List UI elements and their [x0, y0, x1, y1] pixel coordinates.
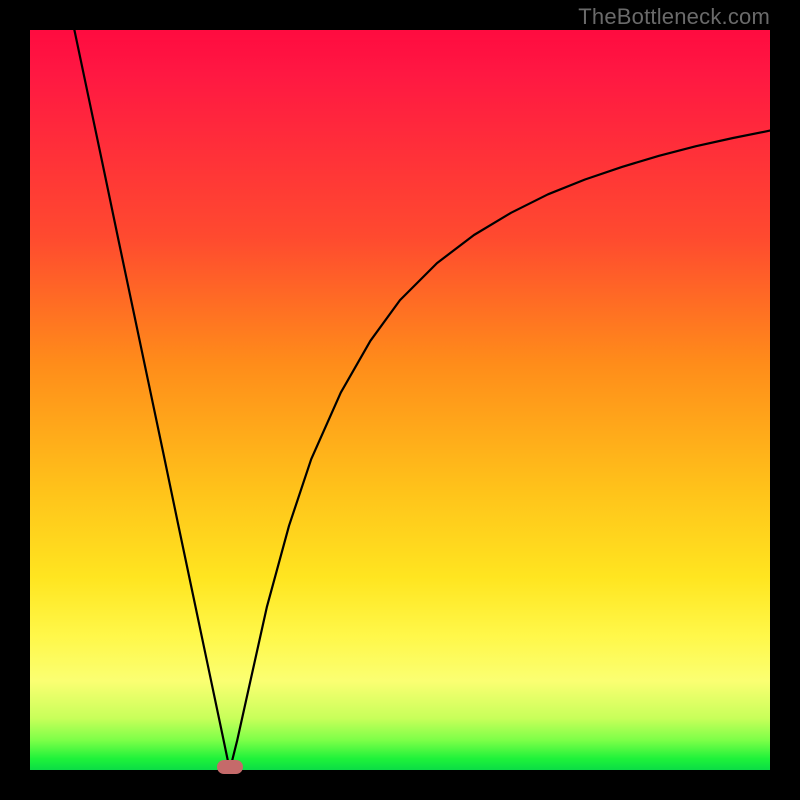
plot-area: [30, 30, 770, 770]
curve-path: [74, 30, 770, 770]
optimum-marker: [217, 760, 243, 774]
bottleneck-curve: [30, 30, 770, 770]
watermark-text: TheBottleneck.com: [578, 4, 770, 30]
chart-frame: TheBottleneck.com: [0, 0, 800, 800]
